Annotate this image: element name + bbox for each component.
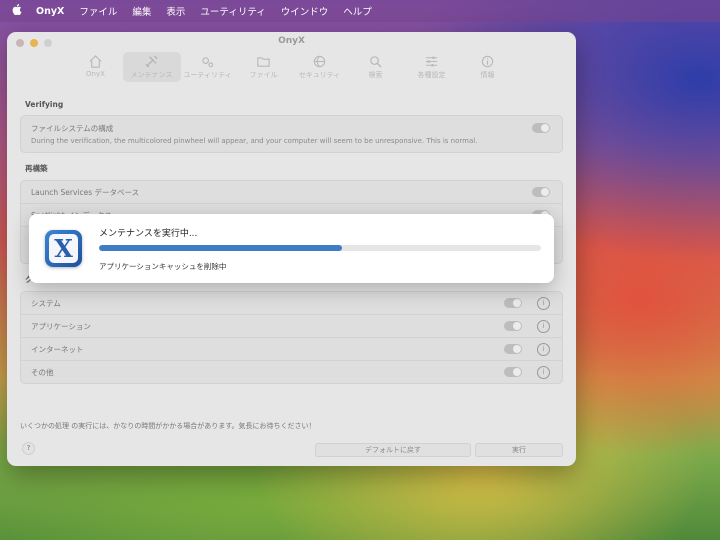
row-label: システム [31,298,61,308]
tab-label: メンテナンス [130,71,173,79]
onyx-app-icon: X [45,230,82,267]
section-title-rebuild: 再構築 [25,164,48,173]
info-icon[interactable]: i [537,342,550,356]
footer-note: いくつかの処理 の実行には、かなりの時間がかかる場合があります。気長にお待ちくだ… [20,422,316,430]
row-description: During the verification, the multicolore… [31,137,478,145]
menu-help[interactable]: ヘルプ [343,4,372,18]
info-icon[interactable]: i [537,365,550,379]
house-icon [89,54,102,68]
globe-icon [313,55,326,67]
row-label: Launch Services データベース [31,187,140,197]
tab-files[interactable]: ファイル [235,52,293,82]
row-filesystem: ファイルシステムの構成 During the verification, the… [21,116,562,152]
menu-view[interactable]: 表示 [166,4,185,18]
tab-label: ファイル [249,71,278,79]
restore-defaults-button[interactable]: デフォルトに戻す [315,443,471,457]
info-icon[interactable]: i [537,296,550,310]
tab-label: 各種設定 [417,71,446,79]
launch-services-toggle[interactable] [532,187,550,197]
run-button[interactable]: 実行 [475,443,563,457]
tab-maintenance[interactable]: メンテナンス [122,52,181,82]
row-label: ファイルシステムの構成 [31,124,114,133]
dialog-status: アプリケーションキャッシュを削除中 [99,262,227,271]
window-title: OnyX [278,36,305,46]
tab-info[interactable]: 情報 [459,52,517,82]
row-other: その他 i [21,360,562,383]
internet-toggle[interactable] [504,344,522,354]
search-icon [370,55,382,68]
row-label: インターネット [31,344,84,354]
tab-utilities[interactable]: ユーティリティ [179,52,237,82]
info-icon[interactable]: i [537,319,550,333]
menu-edit[interactable]: 編集 [132,4,151,18]
progress-fill [99,245,343,251]
verifying-group: ファイルシステムの構成 During the verification, the… [20,115,563,153]
dialog-title: メンテナンスを実行中... [99,229,198,239]
toolbar: OnyX メンテナンス ユーティリティ ファイル セキュリティ 検索 各種設定 … [7,52,576,82]
tab-label: OnyX [86,70,105,78]
info-icon [481,55,494,67]
tab-label: ユーティリティ [183,71,232,79]
progress-dialog: X メンテナンスを実行中... アプリケーションキャッシュを削除中 [29,214,554,283]
tools-icon [145,54,158,68]
menu-file[interactable]: ファイル [79,4,117,18]
tab-security[interactable]: セキュリティ [291,52,349,82]
folder-icon [257,56,270,67]
help-button[interactable]: ? [22,442,35,455]
row-system: システム i [21,292,562,314]
cleaning-group: システム i アプリケーション i インターネット i その他 i [20,291,563,384]
tab-label: 検索 [368,71,383,79]
app-icon-letter: X [54,234,73,263]
menu-utilities[interactable]: ユーティリティ [200,4,265,18]
row-label: その他 [31,367,54,377]
menu-app-name[interactable]: OnyX [36,6,64,17]
row-applications: アプリケーション i [21,314,562,337]
row-internet: インターネット i [21,337,562,360]
other-toggle[interactable] [504,367,522,377]
row-label: アプリケーション [31,321,91,331]
tab-search[interactable]: 検索 [347,52,405,82]
gears-icon [202,56,214,67]
apple-menu-icon[interactable] [12,4,26,18]
filesystem-toggle[interactable] [532,123,550,133]
progress-bar [99,245,541,251]
menu-bar: OnyX ファイル 編集 表示 ユーティリティ ウインドウ ヘルプ [0,0,720,22]
system-toggle[interactable] [504,298,522,308]
tab-onyx[interactable]: OnyX [67,52,125,82]
tab-label: 情報 [480,71,495,79]
tab-label: セキュリティ [298,71,341,79]
tab-preferences[interactable]: 各種設定 [403,52,461,82]
row-launch-services: Launch Services データベース [21,181,562,203]
applications-toggle[interactable] [504,321,522,331]
section-title-verifying: Verifying [25,100,64,109]
menu-window[interactable]: ウインドウ [281,4,329,18]
title-bar: OnyX OnyX メンテナンス ユーティリティ ファイル セキュリティ 検索 … [7,32,576,100]
sliders-icon [425,55,438,67]
